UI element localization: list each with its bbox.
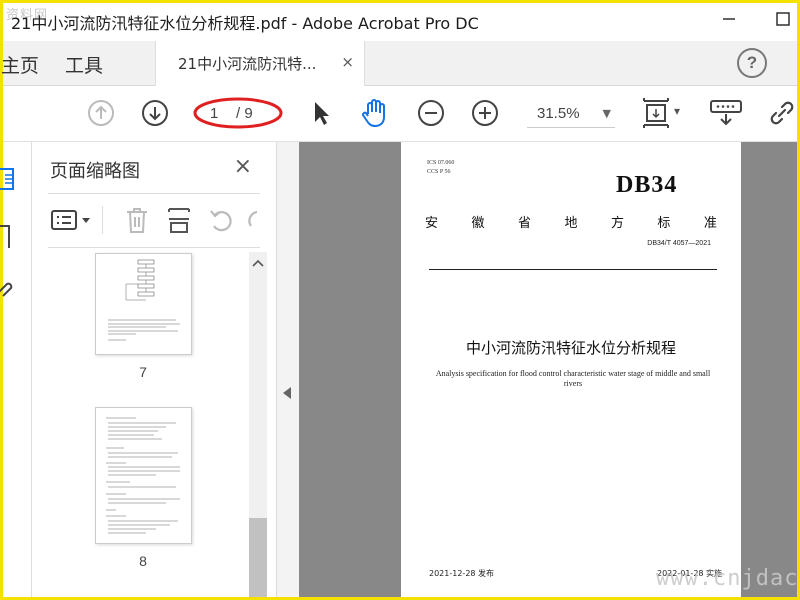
page-fit-dropdown[interactable]: ▾ — [674, 104, 680, 118]
plus-circle-icon — [472, 100, 498, 126]
arrow-up-icon — [88, 100, 114, 126]
link-icon — [770, 101, 794, 125]
document-title-cn: 中小河流防汛特征水位分析规程 — [465, 339, 676, 357]
previous-page-button[interactable] — [87, 99, 115, 132]
zoom-value: 31.5% — [537, 105, 580, 122]
thumbnail-options-button[interactable] — [50, 208, 94, 237]
extract-pages-button[interactable] — [166, 206, 192, 239]
delete-pages-button[interactable] — [124, 206, 150, 239]
panel-divider-top — [48, 193, 260, 194]
province-char: 徽 — [471, 216, 485, 231]
arrow-down-icon — [142, 100, 168, 126]
zoom-select[interactable]: 31.5% ▼ — [527, 99, 615, 128]
db-logo: DB34 — [616, 172, 678, 198]
thumbnail-scroll-thumb[interactable] — [249, 518, 267, 597]
document-viewer[interactable]: ICS 07.060 CCS P 56 DB34 安 徽 省 地 方 标 准 D… — [299, 142, 797, 597]
panel-title: 页面缩略图 — [50, 161, 140, 182]
trash-icon — [127, 208, 147, 233]
bookmark-icon[interactable] — [0, 224, 13, 250]
page-thumbnails-icon[interactable] — [0, 166, 19, 192]
province-char: 准 — [703, 216, 717, 231]
province-char: 省 — [517, 216, 531, 231]
maximize-button[interactable] — [772, 10, 794, 32]
extract-page-icon — [168, 208, 190, 233]
minimize-icon — [723, 18, 735, 20]
ics-code: ICS 07.060 CCS P 56 — [427, 159, 454, 177]
zoom-out-button[interactable] — [417, 99, 445, 132]
rotate-right-button[interactable] — [246, 206, 258, 239]
thumbnail-page-8[interactable] — [95, 407, 192, 544]
hand-icon — [362, 99, 385, 127]
minus-circle-icon — [418, 100, 444, 126]
window-title: 21中小河流防汛特征水位分析规程.pdf - Adobe Acrobat Pro… — [11, 14, 479, 33]
collapse-panel-handle[interactable] — [277, 142, 299, 597]
panel-close-button[interactable]: × — [234, 154, 252, 179]
options-menu-icon — [51, 210, 90, 230]
share-link-button[interactable] — [767, 99, 797, 132]
header-rule — [429, 269, 717, 270]
rotate-left-button[interactable] — [208, 206, 234, 239]
release-date: 2021-12-28 发布 — [429, 569, 495, 578]
page-fit-button[interactable] — [641, 96, 671, 135]
toolbar-separator — [102, 206, 103, 234]
province-char: 方 — [610, 216, 624, 231]
chevron-down-icon: ▼ — [602, 107, 611, 120]
thumbnail-list: 7 8 — [48, 250, 248, 597]
maximize-icon — [776, 12, 790, 26]
province-char: 标 — [657, 216, 671, 231]
rotate-clockwise-icon — [248, 210, 258, 227]
thumbnail-number-8: 8 — [139, 553, 147, 569]
pdf-page: ICS 07.060 CCS P 56 DB34 安 徽 省 地 方 标 准 D… — [401, 142, 741, 597]
tab-document[interactable]: 21中小河流防汛特... × — [155, 41, 365, 86]
text-thumbnail-preview — [106, 417, 180, 534]
thumbnails-panel: 页面缩略图 × 7 8 — [32, 142, 277, 597]
standard-number: DB34/T 4057—2021 — [647, 240, 711, 247]
zoom-in-button[interactable] — [471, 99, 499, 132]
panel-divider-bottom — [48, 247, 260, 248]
toolbar: 1 / 9 31.5% ▼ ▾ — [3, 86, 797, 142]
tab-home[interactable]: 主页 — [1, 51, 39, 78]
red-ellipse-annotation — [193, 97, 283, 129]
collapse-left-icon — [283, 387, 291, 399]
document-title-en: Analysis specification for flood control… — [435, 369, 711, 388]
tab-tools[interactable]: 工具 — [65, 51, 103, 78]
attachment-icon[interactable] — [0, 278, 15, 302]
tab-bar: 主页 工具 21中小河流防汛特... × ? — [1, 41, 797, 86]
corner-watermark: www.cnjdac — [656, 566, 799, 591]
select-tool-button[interactable] — [309, 99, 333, 132]
cursor-arrow-icon — [315, 102, 329, 125]
province-char: 安 — [425, 216, 439, 231]
ccs-line: CCS P 56 — [427, 169, 451, 175]
next-page-button[interactable] — [141, 99, 169, 132]
province-standard-heading: 安 徽 省 地 方 标 准 — [425, 212, 717, 231]
hand-tool-button[interactable] — [359, 97, 391, 134]
tab-document-label: 21中小河流防汛特... — [178, 55, 317, 73]
tab-close-button[interactable]: × — [341, 53, 354, 71]
flowchart-thumbnail-preview — [108, 259, 180, 341]
scroll-up-icon[interactable] — [252, 258, 264, 268]
help-button[interactable]: ? — [737, 48, 767, 78]
rotate-counterclockwise-icon — [210, 210, 232, 232]
fit-page-icon — [643, 98, 669, 128]
ics-line: ICS 07.060 — [427, 160, 455, 166]
thumbnail-page-7[interactable] — [95, 253, 192, 355]
scroll-mode-button[interactable] — [709, 98, 743, 133]
keyboard-download-icon — [710, 100, 742, 126]
left-rail — [0, 142, 32, 597]
province-char: 地 — [564, 216, 578, 231]
minimize-button[interactable] — [718, 10, 740, 32]
thumbnail-number-7: 7 — [139, 364, 147, 380]
